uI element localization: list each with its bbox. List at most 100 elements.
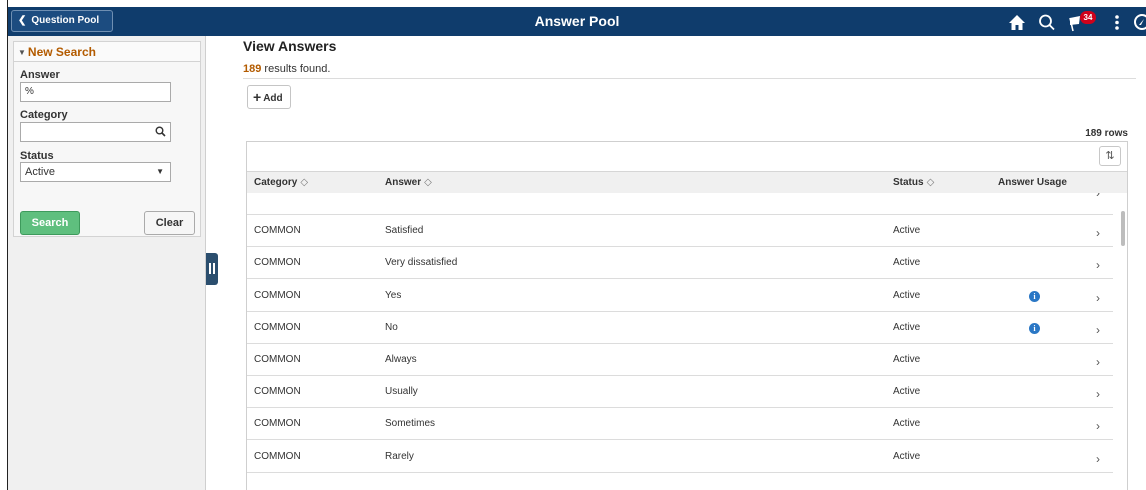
cell-category: COMMON xyxy=(254,418,301,430)
cell-answer: Dissatisfied xyxy=(385,193,436,196)
chevron-right-icon[interactable]: › xyxy=(1096,387,1100,401)
results-count: 189 xyxy=(243,63,262,75)
category-label: Category xyxy=(20,109,68,121)
clear-button[interactable]: Clear xyxy=(144,211,195,235)
pause-icon-bar-left xyxy=(209,263,211,274)
table-row[interactable]: COMMON Sometimes Active › xyxy=(247,408,1113,441)
table-row[interactable]: COMMON Dissatisfied Active › xyxy=(247,193,1113,215)
status-label: Status xyxy=(20,150,54,162)
cell-category: COMMON xyxy=(254,225,301,237)
chevron-right-icon[interactable]: › xyxy=(1096,291,1100,305)
view-answers-heading: View Answers xyxy=(243,38,337,54)
chevron-right-icon[interactable]: › xyxy=(1096,355,1100,369)
sort-icon: ◇ xyxy=(424,177,432,188)
column-header-status-label: Status xyxy=(893,177,924,188)
table-row[interactable]: COMMON No Active i › xyxy=(247,312,1113,344)
add-button-label: Add xyxy=(263,93,283,104)
chevron-right-icon[interactable]: › xyxy=(1096,452,1100,466)
cell-category: COMMON xyxy=(254,289,301,301)
cell-status: Active xyxy=(893,450,921,462)
triangle-down-icon: ▼ xyxy=(18,48,26,57)
chevron-right-icon[interactable]: › xyxy=(1096,419,1100,433)
notification-badge: 34 xyxy=(1080,11,1096,24)
collapse-panel-button[interactable] xyxy=(206,253,218,285)
new-search-box: ▼ New Search Answer % Category Status Act… xyxy=(13,41,201,237)
cell-status: Active xyxy=(893,193,920,196)
page-title: Answer Pool xyxy=(534,13,620,29)
grid-header-row: Category ◇ Answer ◇ Status ◇ Answer Usage xyxy=(247,171,1127,193)
home-icon[interactable] xyxy=(1008,11,1026,33)
notification-flag-icon[interactable]: 34 xyxy=(1068,11,1098,33)
cell-answer: No xyxy=(385,321,398,333)
sort-icon: ◇ xyxy=(926,177,935,188)
cell-status: Active xyxy=(893,257,921,269)
top-margin xyxy=(0,0,1146,7)
cell-category: COMMON xyxy=(254,257,301,269)
grid-toolbar: ⇅ xyxy=(247,142,1127,171)
dropdown-arrow-icon: ▼ xyxy=(156,167,164,176)
chevron-right-icon[interactable]: › xyxy=(1096,258,1100,272)
pause-icon-bar-right xyxy=(213,263,215,274)
cell-answer: Satisfied xyxy=(385,225,424,237)
cell-status: Active xyxy=(893,225,921,237)
chevron-right-icon[interactable]: › xyxy=(1096,226,1100,240)
answers-grid: ⇅ Category ◇ Answer ◇ Status ◇ Answer Usage… xyxy=(246,141,1128,490)
cell-category: COMMON xyxy=(254,450,301,462)
status-selected-value: Active xyxy=(25,166,55,178)
table-row[interactable]: COMMON Rarely Active › xyxy=(247,441,1113,473)
header-banner: ❮ Question Pool Answer Pool 34 xyxy=(8,7,1146,36)
cell-status: Active xyxy=(893,321,921,333)
add-button[interactable]: + Add xyxy=(247,85,291,109)
cell-category: COMMON xyxy=(254,354,301,365)
cell-answer: Sometimes xyxy=(385,418,436,430)
cell-answer: Always xyxy=(385,354,417,365)
new-search-header[interactable]: ▼ New Search xyxy=(14,42,200,62)
column-header-answer-label: Answer xyxy=(385,177,422,188)
table-row[interactable]: COMMON Yes Active i › xyxy=(247,280,1113,312)
plus-icon: + xyxy=(253,89,262,105)
new-search-title: New Search xyxy=(27,45,96,59)
answer-label: Answer xyxy=(20,69,60,81)
category-input[interactable] xyxy=(20,122,171,142)
more-actions-icon[interactable] xyxy=(1112,11,1122,33)
search-icon[interactable] xyxy=(1038,11,1056,33)
status-select[interactable]: Active ▼ xyxy=(20,162,171,182)
cell-status: Active xyxy=(893,386,921,398)
grid-scrollbar[interactable] xyxy=(1121,211,1125,246)
info-icon[interactable]: i xyxy=(1029,290,1040,302)
table-row[interactable]: COMMON Satisfied Active › xyxy=(247,215,1113,248)
chevron-right-icon[interactable]: › xyxy=(1096,323,1100,337)
heading-divider xyxy=(243,78,1136,79)
search-button[interactable]: Search xyxy=(20,211,80,235)
table-row[interactable]: COMMON Very dissatisfied Active › xyxy=(247,247,1113,280)
cell-status: Active xyxy=(893,354,921,365)
cell-status: Active xyxy=(893,418,921,430)
answer-input[interactable]: % xyxy=(20,82,171,102)
cell-answer: Yes xyxy=(385,289,402,301)
cell-category: COMMON xyxy=(254,386,301,398)
cell-category: COMMON xyxy=(254,193,301,196)
sort-arrows-icon: ⇅ xyxy=(1105,150,1115,162)
cell-answer: Very dissatisfied xyxy=(385,257,458,269)
cell-category: COMMON xyxy=(254,321,301,333)
results-suffix: results found. xyxy=(261,63,331,75)
cell-answer: Usually xyxy=(385,386,418,398)
column-header-category[interactable]: Category ◇ xyxy=(254,172,308,194)
table-row[interactable]: COMMON Always Active › xyxy=(247,344,1113,376)
lookup-search-icon[interactable] xyxy=(155,126,166,137)
column-header-status[interactable]: Status ◇ xyxy=(893,172,934,194)
column-header-answer-usage: Answer Usage xyxy=(998,177,1067,188)
grid-body: COMMON Dissatisfied Active › COMMON Satisfied… xyxy=(247,193,1113,490)
sort-toggle-button[interactable]: ⇅ xyxy=(1099,146,1121,166)
column-header-category-label: Category xyxy=(254,177,298,188)
chevron-right-icon[interactable]: › xyxy=(1096,193,1100,200)
table-row[interactable]: COMMON Usually Active › xyxy=(247,376,1113,409)
navbar-icon[interactable] xyxy=(1132,11,1146,33)
cell-answer: Rarely xyxy=(385,450,414,462)
row-count: 189 rows xyxy=(1085,128,1128,139)
column-header-answer[interactable]: Answer ◇ xyxy=(385,172,432,194)
cell-status: Active xyxy=(893,289,921,301)
search-side-panel: ▼ New Search Answer % Category Status Act… xyxy=(8,36,206,490)
results-found-text: 189 results found. xyxy=(243,63,330,75)
info-icon[interactable]: i xyxy=(1029,322,1040,334)
